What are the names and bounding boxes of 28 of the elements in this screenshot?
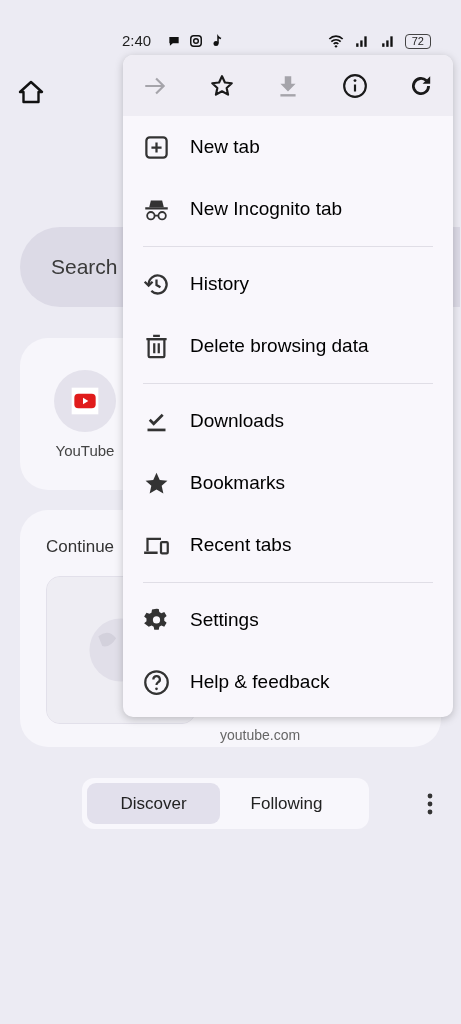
- feed-tab[interactable]: Following: [220, 783, 353, 824]
- chat-bubble-icon: [167, 34, 182, 48]
- menu-item[interactable]: Settings: [123, 589, 453, 651]
- menu-item[interactable]: Bookmarks: [123, 452, 453, 514]
- menu-item[interactable]: Recent tabs: [123, 514, 453, 576]
- wifi-icon: [326, 33, 345, 49]
- more-options-icon[interactable]: [427, 792, 433, 815]
- menu-item[interactable]: New tab: [123, 116, 453, 178]
- menu-item[interactable]: Delete browsing data: [123, 315, 453, 377]
- menu-item[interactable]: Downloads: [123, 390, 453, 452]
- menu-item[interactable]: History: [123, 253, 453, 315]
- plus-square-icon: [143, 133, 170, 161]
- feed-tab[interactable]: Discover: [87, 783, 220, 824]
- site-url: youtube.com: [220, 725, 301, 745]
- battery-indicator: 72: [404, 33, 431, 49]
- play-logo-icon: [69, 385, 101, 417]
- home-icon[interactable]: [18, 80, 44, 104]
- trash-icon: [143, 332, 170, 360]
- music-note-icon: [211, 34, 224, 48]
- bookmark-star-icon[interactable]: [208, 72, 235, 99]
- menu-item[interactable]: New Incognito tab: [123, 178, 453, 240]
- info-icon[interactable]: [341, 72, 368, 99]
- section-title: Continue: [46, 536, 115, 558]
- status-time: 2:40: [122, 30, 152, 51]
- help-icon: [143, 668, 170, 696]
- camera-app-icon: [189, 34, 204, 48]
- menu-item[interactable]: Help & feedback: [123, 651, 453, 713]
- shortcut-label: YouTube: [55, 441, 115, 461]
